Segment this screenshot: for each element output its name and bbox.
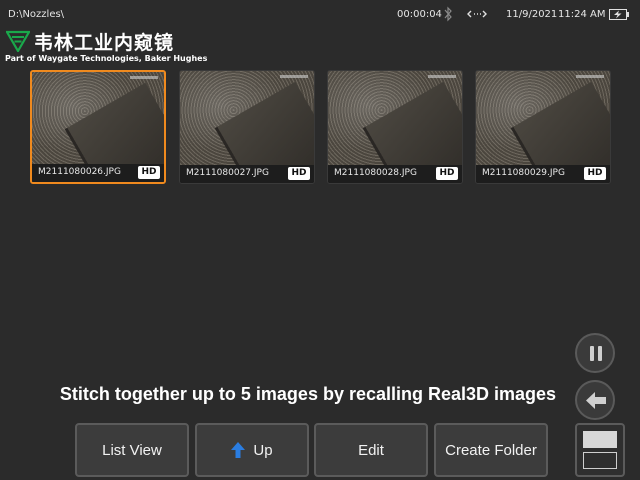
list-view-button[interactable]: List View xyxy=(75,423,189,477)
thumbnail-image xyxy=(32,72,164,182)
bluetooth-icon xyxy=(444,6,452,22)
thumbnail-item[interactable]: M2111080029.JPG HD xyxy=(475,70,611,184)
menu-panel-icon xyxy=(583,431,617,448)
thumbnail-item[interactable]: M2111080028.JPG HD xyxy=(327,70,463,184)
thumbnail-image xyxy=(476,71,610,183)
thumbnail-item[interactable]: M2111080026.JPG HD xyxy=(30,70,166,184)
up-arrow-icon xyxy=(231,442,246,458)
create-folder-label: Create Folder xyxy=(445,441,537,459)
thumbnail-caption: M2111080027.JPG HD xyxy=(180,165,314,183)
pause-icon xyxy=(590,346,602,361)
thumbnail-caption: M2111080028.JPG HD xyxy=(328,165,462,183)
thumbnail-caption: M2111080029.JPG HD xyxy=(476,165,610,183)
brand-subtitle: Part of Waygate Technologies, Baker Hugh… xyxy=(5,54,208,63)
instruction-caption: Stitch together up to 5 images by recall… xyxy=(59,384,557,404)
brand-name: 韦林工业内窥镜 xyxy=(34,32,175,54)
thumbnail-image xyxy=(328,71,462,183)
back-button[interactable] xyxy=(575,380,615,420)
waygate-logo-icon xyxy=(6,30,30,52)
edit-button[interactable]: Edit xyxy=(314,423,428,477)
up-label: Up xyxy=(253,441,273,459)
elapsed-timer: 00:00:04 xyxy=(397,9,442,20)
back-arrow-icon xyxy=(586,392,606,409)
hd-badge: HD xyxy=(436,167,458,180)
pause-button[interactable] xyxy=(575,333,615,373)
current-path: D:\Nozzles\ xyxy=(8,9,65,20)
thumbnail-filename: M2111080027.JPG xyxy=(186,168,269,178)
hd-badge: HD xyxy=(584,167,606,180)
menu-toggle-button[interactable] xyxy=(575,423,625,477)
thumbnail-image xyxy=(180,71,314,183)
hd-badge: HD xyxy=(288,167,310,180)
thumbnail-filename: M2111080029.JPG xyxy=(482,168,565,178)
thumbnail-filename: M2111080028.JPG xyxy=(334,168,417,178)
battery-charging-icon xyxy=(609,9,629,20)
create-folder-button[interactable]: Create Folder xyxy=(434,423,548,477)
thumbnail-caption: M2111080026.JPG HD xyxy=(32,164,164,182)
status-date: 11/9/2021 xyxy=(506,9,558,20)
up-button[interactable]: Up xyxy=(195,423,309,477)
list-view-label: List View xyxy=(102,441,162,459)
edit-label: Edit xyxy=(358,441,384,459)
thumbnail-item[interactable]: M2111080027.JPG HD xyxy=(179,70,315,184)
network-icon xyxy=(467,10,487,18)
status-bar: D:\Nozzles\ 00:00:04 11/9/2021 11:24 AM xyxy=(0,0,640,30)
thumbnail-filename: M2111080026.JPG xyxy=(38,167,121,177)
status-time: 11:24 AM xyxy=(558,9,606,20)
hd-badge: HD xyxy=(138,166,160,179)
